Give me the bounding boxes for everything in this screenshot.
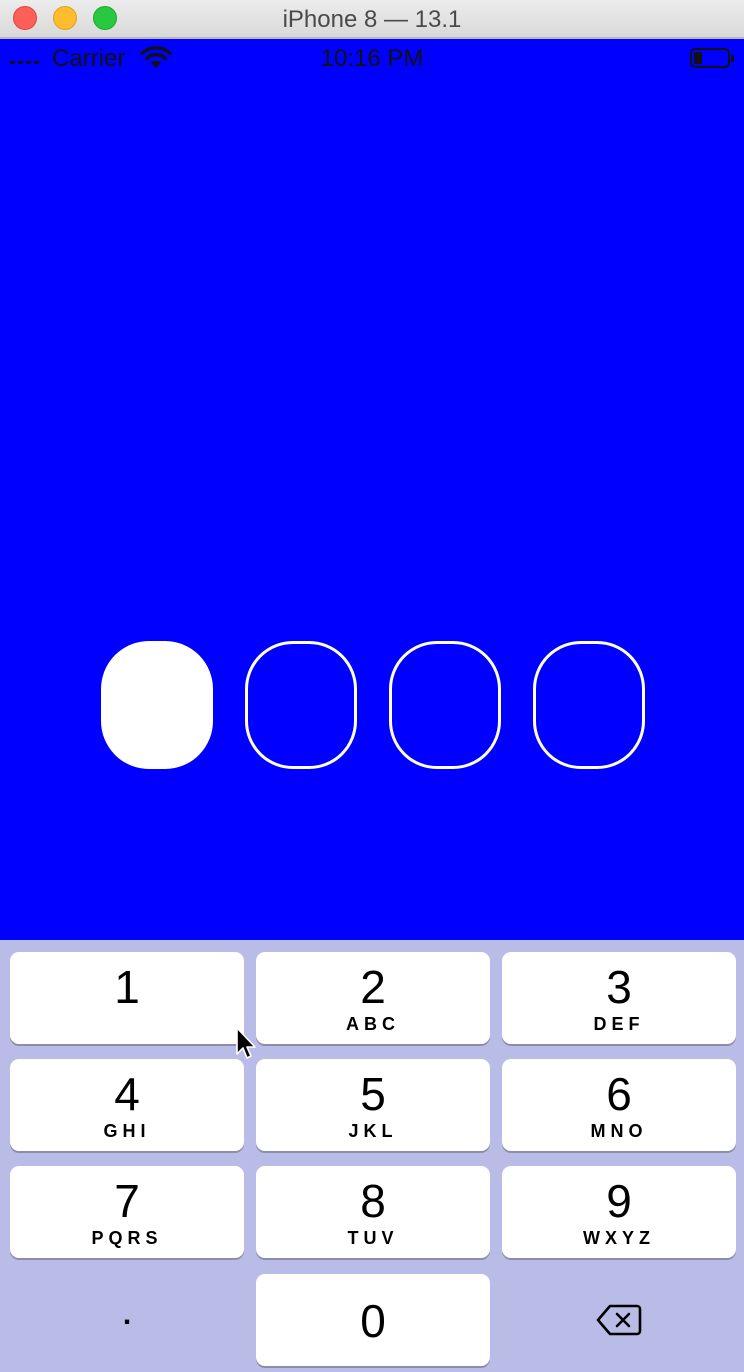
- key-letters: ABC: [346, 1014, 400, 1034]
- battery-level: [694, 52, 702, 64]
- key-letters: GHI: [103, 1121, 151, 1141]
- key-8[interactable]: 8 TUV: [256, 1166, 490, 1258]
- number-keypad: 1 2 ABC 3 DEF 4 GHI 5 JKL 6 MNO 7 PQRS 8…: [0, 940, 744, 1372]
- key-letters: PQRS: [91, 1228, 163, 1248]
- pin-slot-4: [533, 641, 645, 769]
- key-1[interactable]: 1: [10, 952, 244, 1044]
- passcode-screen: Carrier 10:16 PM: [0, 39, 744, 940]
- status-bar: Carrier 10:16 PM: [0, 39, 744, 79]
- key-digit: 7: [114, 1175, 140, 1227]
- window-title: iPhone 8 — 13.1: [282, 6, 462, 33]
- key-6[interactable]: 6 MNO: [502, 1059, 736, 1151]
- key-letters: JKL: [348, 1121, 398, 1141]
- key-0[interactable]: 0: [256, 1274, 490, 1366]
- pin-slot-3: [389, 641, 501, 769]
- key-digit: 2: [360, 961, 386, 1013]
- key-9[interactable]: 9 WXYZ: [502, 1166, 736, 1258]
- key-digit: 9: [606, 1175, 632, 1227]
- key-digit: 1: [114, 961, 140, 1013]
- key-digit: 6: [606, 1068, 632, 1120]
- backspace-icon: [596, 1304, 642, 1336]
- pin-slot-1: [101, 641, 213, 769]
- status-time: 10:16 PM: [320, 45, 424, 72]
- key-2[interactable]: 2 ABC: [256, 952, 490, 1044]
- key-digit: 3: [606, 961, 632, 1013]
- simulator-title-bar: iPhone 8 — 13.1: [0, 0, 744, 38]
- delete-key[interactable]: [502, 1274, 736, 1366]
- mouse-pointer-icon: [236, 1027, 256, 1059]
- key-digit: 4: [114, 1068, 140, 1120]
- battery-icon: [690, 48, 734, 68]
- key-letters: MNO: [590, 1121, 648, 1141]
- key-7[interactable]: 7 PQRS: [10, 1166, 244, 1258]
- key-letters: DEF: [593, 1014, 645, 1034]
- key-letters: TUV: [347, 1228, 399, 1248]
- key-letters: WXYZ: [583, 1228, 655, 1248]
- key-digit: 5: [360, 1068, 386, 1120]
- key-digit: 8: [360, 1175, 386, 1227]
- decimal-label: .: [122, 1298, 132, 1331]
- pin-indicator: [0, 641, 744, 769]
- pin-slot-2: [245, 641, 357, 769]
- key-decimal[interactable]: .: [10, 1274, 244, 1366]
- key-5[interactable]: 5 JKL: [256, 1059, 490, 1151]
- key-4[interactable]: 4 GHI: [10, 1059, 244, 1151]
- key-3[interactable]: 3 DEF: [502, 952, 736, 1044]
- key-digit: 0: [360, 1295, 386, 1347]
